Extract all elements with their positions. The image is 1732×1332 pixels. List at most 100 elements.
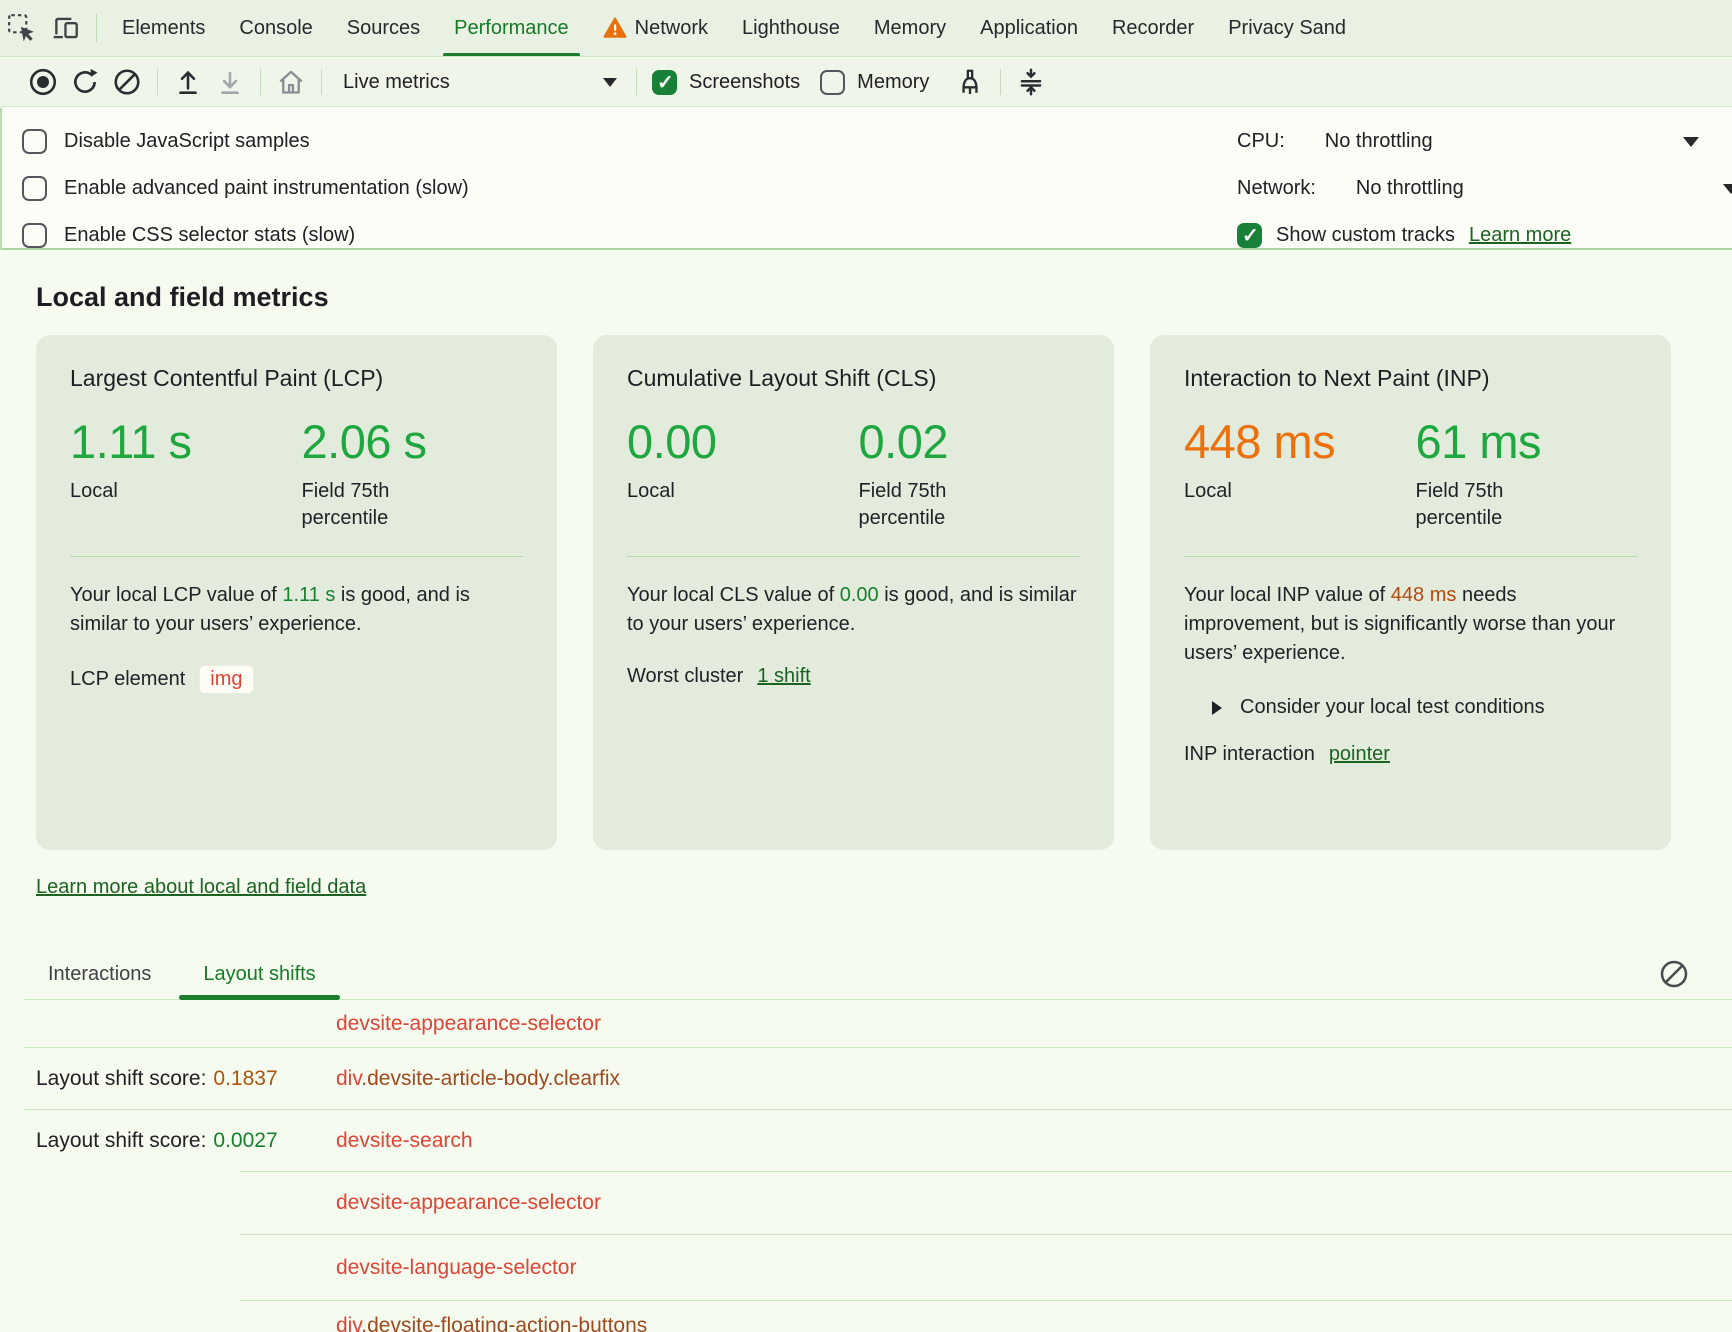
layout-shift-row: devsite-language-selector	[0, 1235, 1732, 1300]
layout-shift-row: Layout shift score: 0.1837 div.devsite-a…	[0, 1048, 1732, 1109]
log-tab-interactions[interactable]: Interactions	[22, 951, 177, 997]
toolbar-separator	[157, 69, 158, 95]
log-tab-bar: Interactions Layout shifts	[0, 951, 1732, 997]
lcp-element-label: LCP element	[70, 668, 185, 691]
upload-profile-icon[interactable]	[167, 61, 209, 103]
tabbar-separator	[96, 14, 97, 42]
tab-application[interactable]: Application	[963, 0, 1095, 57]
chevron-down-icon	[603, 78, 617, 87]
home-icon[interactable]	[270, 61, 312, 103]
panel-mode-select[interactable]: Live metrics	[331, 62, 627, 102]
card-divider	[627, 556, 1080, 557]
inp-field-label: Field 75th percentile	[1416, 478, 1566, 532]
cls-local-value: 0.00	[627, 416, 849, 468]
checkbox-icon	[22, 176, 47, 201]
layout-shift-row: Layout shift score: 0.0027 devsite-searc…	[0, 1110, 1732, 1171]
tab-recorder[interactable]: Recorder	[1095, 0, 1211, 57]
tab-privacy-sandbox[interactable]: Privacy Sand	[1211, 0, 1363, 57]
toolbar-separator	[1000, 69, 1001, 95]
lcp-card-title: Largest Contentful Paint (LCP)	[70, 365, 523, 392]
log-tab-layout-shifts[interactable]: Layout shifts	[177, 951, 341, 997]
disclosure-triangle-icon	[1212, 701, 1222, 715]
score-label: Layout shift score:	[36, 1129, 206, 1153]
layout-shift-row: div.devsite-floating-action-buttons	[0, 1301, 1732, 1332]
record-icon[interactable]	[22, 61, 64, 103]
device-toolbar-icon[interactable]	[44, 6, 88, 50]
card-divider	[70, 556, 523, 557]
lcp-description: Your local LCP value of 1.11 s is good, …	[70, 581, 523, 639]
element-node-link[interactable]: div.devsite-article-body.clearfix	[336, 1067, 620, 1091]
capture-settings: Disable JavaScript samples Enable advanc…	[0, 108, 1732, 250]
live-metrics-view: Local and field metrics Largest Contentf…	[0, 250, 1732, 1332]
cls-field-label: Field 75th percentile	[859, 478, 1009, 532]
clear-log-icon[interactable]	[1656, 956, 1692, 992]
devtools-tab-bar: Elements Console Sources Performance Net…	[0, 0, 1732, 57]
toolbar-separator	[636, 69, 637, 95]
cls-card-title: Cumulative Layout Shift (CLS)	[627, 365, 1080, 392]
advanced-paint-checkbox[interactable]: Enable advanced paint instrumentation (s…	[22, 165, 469, 212]
inp-description: Your local INP value of 448 ms needs imp…	[1184, 581, 1637, 668]
inp-card-title: Interaction to Next Paint (INP)	[1184, 365, 1637, 392]
cls-description: Your local CLS value of 0.00 is good, an…	[627, 581, 1080, 639]
local-field-learn-more-link[interactable]: Learn more about local and field data	[36, 876, 366, 898]
tab-sources[interactable]: Sources	[330, 0, 437, 57]
custom-tracks-learn-more-link[interactable]: Learn more	[1469, 224, 1571, 247]
lcp-local-label: Local	[70, 478, 220, 505]
layout-shift-row: devsite-appearance-selector	[0, 1000, 1732, 1047]
element-node-link[interactable]: devsite-search	[336, 1129, 473, 1153]
inp-interaction-link[interactable]: pointer	[1329, 743, 1390, 766]
inspect-element-icon[interactable]	[0, 6, 44, 50]
layout-shift-row: devsite-appearance-selector	[0, 1172, 1732, 1234]
inp-local-value: 448 ms	[1184, 416, 1406, 468]
lcp-element-node-link[interactable]: img	[199, 665, 253, 694]
checkbox-icon	[820, 70, 845, 95]
chevron-down-icon	[1683, 137, 1699, 147]
reload-record-icon[interactable]	[64, 61, 106, 103]
screenshots-checkbox[interactable]: Screenshots	[652, 70, 800, 95]
worst-cluster-label: Worst cluster	[627, 665, 743, 688]
show-custom-tracks-checkbox[interactable]	[1237, 223, 1262, 248]
score-label: Layout shift score:	[36, 1067, 206, 1091]
network-throttling-select[interactable]: Network: No throttling	[1237, 165, 1732, 212]
checkbox-icon	[22, 129, 47, 154]
memory-checkbox[interactable]: Memory	[820, 70, 929, 95]
inp-card: Interaction to Next Paint (INP) 448 ms L…	[1150, 335, 1671, 850]
checkbox-icon	[22, 223, 47, 248]
tab-memory[interactable]: Memory	[857, 0, 963, 57]
tab-elements[interactable]: Elements	[105, 0, 222, 57]
clear-icon[interactable]	[106, 61, 148, 103]
chevron-down-icon	[1723, 184, 1732, 194]
performance-toolbar: Live metrics Screenshots Memory	[0, 58, 1732, 107]
devtools-performance-panel: Elements Console Sources Performance Net…	[0, 0, 1732, 1332]
toolbar-separator	[260, 69, 261, 95]
fit-view-icon[interactable]	[1010, 61, 1052, 103]
gc-brush-icon[interactable]	[949, 61, 991, 103]
element-node-link[interactable]: div.devsite-floating-action-buttons	[336, 1314, 647, 1332]
local-test-conditions-disclosure[interactable]: Consider your local test conditions	[1184, 696, 1637, 719]
lcp-field-value: 2.06 s	[302, 416, 524, 468]
score-value: 0.0027	[213, 1129, 277, 1153]
element-node-link[interactable]: devsite-language-selector	[336, 1256, 576, 1280]
metric-cards: Largest Contentful Paint (LCP) 1.11 s Lo…	[36, 335, 1671, 850]
inp-field-value: 61 ms	[1416, 416, 1638, 468]
tab-performance[interactable]: Performance	[437, 0, 586, 57]
toolbar-separator	[321, 69, 322, 95]
section-heading: Local and field metrics	[36, 280, 1732, 314]
disable-js-samples-checkbox[interactable]: Disable JavaScript samples	[22, 118, 469, 165]
cls-local-label: Local	[627, 478, 777, 505]
element-node-link[interactable]: devsite-appearance-selector	[336, 1012, 601, 1036]
element-node-link[interactable]: devsite-appearance-selector	[336, 1191, 601, 1215]
cpu-throttling-select[interactable]: CPU: No throttling	[1237, 118, 1732, 165]
cls-field-value: 0.02	[859, 416, 1081, 468]
download-profile-icon[interactable]	[209, 61, 251, 103]
tab-console[interactable]: Console	[222, 0, 329, 57]
tab-network[interactable]: Network	[586, 0, 725, 57]
checkbox-checked-icon	[652, 70, 677, 95]
worst-cluster-link[interactable]: 1 shift	[757, 665, 810, 688]
card-divider	[1184, 556, 1637, 557]
inp-local-label: Local	[1184, 478, 1334, 505]
lcp-local-value: 1.11 s	[70, 416, 292, 468]
lcp-card: Largest Contentful Paint (LCP) 1.11 s Lo…	[36, 335, 557, 850]
tab-lighthouse[interactable]: Lighthouse	[725, 0, 857, 57]
capture-settings-left: Disable JavaScript samples Enable advanc…	[22, 118, 469, 259]
